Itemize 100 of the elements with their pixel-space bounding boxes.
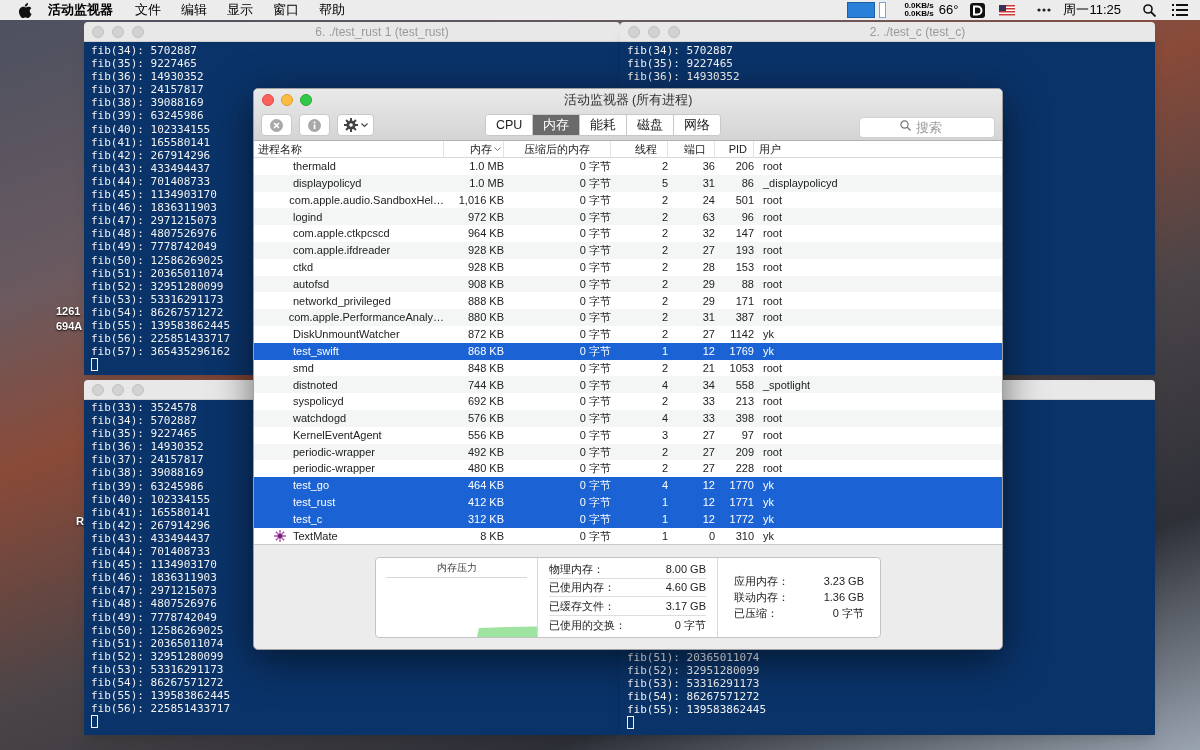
ports-cell-text: 12 bbox=[701, 511, 715, 527]
stat-label: 已使用内存： bbox=[549, 580, 615, 596]
terminal-line: fib(51): 20365011074 bbox=[91, 636, 224, 650]
ports-cell-text: 29 bbox=[701, 293, 715, 309]
process-name: com.apple.ctkpcscd bbox=[293, 226, 390, 242]
clock[interactable]: 周一11:25 bbox=[1063, 0, 1121, 20]
window-control-button[interactable] bbox=[262, 94, 274, 106]
tab[interactable]: 网络 bbox=[673, 115, 721, 135]
compressed-memory-cell-text: 0 字节 bbox=[578, 276, 611, 292]
terminal-line: fib(44): 701408733 bbox=[91, 545, 211, 559]
user-cell-text: root bbox=[762, 411, 783, 427]
pid-cell-text: 1772 bbox=[728, 511, 754, 527]
memory-cell-text: 692 KB bbox=[466, 394, 504, 410]
tab[interactable]: 内存 bbox=[532, 115, 580, 135]
process-name: distnoted bbox=[293, 377, 338, 393]
compressed-memory-cell-text: 0 字节 bbox=[578, 495, 611, 511]
process-name: test_rust bbox=[293, 495, 336, 511]
column-header[interactable]: 线程 bbox=[611, 141, 668, 158]
threads-cell-text: 4 bbox=[660, 411, 668, 427]
level-bar-icon[interactable] bbox=[879, 2, 887, 18]
stat-value: 0 字节 bbox=[674, 617, 706, 633]
terminal-line: fib(47): 2971215073 bbox=[91, 214, 217, 228]
compressed-memory-cell-text: 0 字节 bbox=[578, 461, 611, 477]
stat-value: 8.00 GB bbox=[665, 561, 706, 577]
table-row[interactable]: test_go 464 KB 0 字节 4 12 1770 yk bbox=[254, 477, 1002, 494]
threads-cell-text: 2 bbox=[660, 461, 668, 477]
close-icon bbox=[270, 118, 283, 132]
ports-cell-text: 21 bbox=[701, 360, 715, 376]
terminal-line: fib(36): 14930352 bbox=[91, 70, 204, 84]
column-header[interactable]: 压缩后的内存 bbox=[504, 141, 611, 158]
app-badge-icon[interactable] bbox=[970, 2, 986, 18]
search-icon[interactable] bbox=[1143, 3, 1156, 17]
process-name: com.apple.audio.SandboxHel… bbox=[289, 192, 444, 208]
memory-cell-text: 868 KB bbox=[466, 343, 504, 359]
threads-cell-text: 5 bbox=[660, 175, 668, 191]
terminal-line: fib(48): 4807526976 bbox=[91, 227, 217, 241]
column-header[interactable]: 用户 bbox=[754, 141, 1002, 158]
window-control-button[interactable] bbox=[628, 25, 640, 38]
window-control-button[interactable] bbox=[648, 25, 660, 38]
terminal-line: fib(35): 9227465 bbox=[627, 57, 733, 71]
info-button[interactable] bbox=[299, 114, 330, 136]
memory-cell-text: 744 KB bbox=[466, 377, 504, 393]
memory-cell-text: 848 KB bbox=[466, 360, 504, 376]
memory-meter-icon[interactable] bbox=[847, 2, 876, 18]
user-cell-text: root bbox=[762, 192, 783, 208]
menu-list-icon[interactable] bbox=[1172, 4, 1188, 16]
pid-cell-text: 213 bbox=[734, 394, 754, 410]
temperature-reading[interactable]: 66° bbox=[938, 0, 959, 20]
terminal-line: fib(41): 165580141 bbox=[91, 135, 211, 149]
table-row[interactable]: com.apple.PerformanceAnaly… 880 KB 0 字节 2 31 387 root bbox=[254, 309, 1002, 326]
memory-cell-text: 8 KB bbox=[479, 528, 504, 544]
window-control-button[interactable] bbox=[668, 25, 680, 38]
terminal-line: fib(39): 63245986 bbox=[91, 479, 204, 493]
process-name: logind bbox=[293, 209, 323, 225]
process-name: com.apple.ifdreader bbox=[293, 243, 391, 259]
column-header[interactable]: PID bbox=[715, 141, 754, 158]
memory-cell-text: 908 KB bbox=[466, 276, 504, 292]
window-control-button[interactable] bbox=[300, 94, 312, 106]
action-menu-button[interactable] bbox=[337, 114, 374, 136]
table-row[interactable]: logind 972 KB 0 字节 2 63 96 root bbox=[254, 208, 1002, 226]
window-title: 活动监视器 (所有进程) bbox=[562, 91, 694, 109]
terminal-line: fib(52): 32951280099 bbox=[627, 663, 760, 677]
user-cell-text: root bbox=[762, 394, 783, 410]
pid-cell-text: 1770 bbox=[728, 478, 754, 494]
user-cell-text: _displaypolicyd bbox=[762, 175, 839, 191]
pid-cell-text: 96 bbox=[740, 209, 754, 225]
menu-item[interactable]: 显示 bbox=[227, 0, 253, 20]
memory-cell-text: 880 KB bbox=[466, 310, 504, 326]
process-name: com.apple.PerformanceAnaly… bbox=[288, 310, 444, 326]
window-control-button[interactable] bbox=[281, 94, 293, 106]
process-name: test_go bbox=[293, 478, 330, 494]
threads-cell-text: 2 bbox=[660, 159, 668, 175]
stat-label: 物理内存： bbox=[549, 561, 604, 577]
threads-cell-text: 2 bbox=[660, 310, 668, 326]
ports-cell-text: 12 bbox=[701, 343, 715, 359]
memory-cell-text: 888 KB bbox=[466, 293, 504, 309]
column-header[interactable]: 进程名称 bbox=[254, 141, 444, 158]
more-dots-icon[interactable] bbox=[1037, 8, 1052, 12]
column-header[interactable]: 内存 bbox=[444, 141, 504, 158]
compressed-memory-cell-text: 0 字节 bbox=[578, 175, 611, 191]
ports-cell-text: 31 bbox=[701, 310, 715, 326]
threads-cell-text: 3 bbox=[660, 427, 668, 443]
window-control-button[interactable] bbox=[92, 383, 104, 396]
app-menu[interactable]: 活动监视器 bbox=[48, 0, 113, 20]
menu-item[interactable]: 窗口 bbox=[273, 0, 299, 20]
window-control-button[interactable] bbox=[132, 25, 144, 38]
search-field[interactable]: 搜索 bbox=[859, 117, 995, 138]
window-control-button[interactable] bbox=[112, 25, 124, 38]
window-control-button[interactable] bbox=[92, 25, 104, 38]
column-header[interactable]: 端口 bbox=[668, 141, 715, 158]
ports-cell-text: 27 bbox=[701, 327, 715, 343]
menu-item[interactable]: 编辑 bbox=[181, 0, 207, 20]
apple-logo-icon[interactable] bbox=[19, 2, 32, 18]
stop-process-button[interactable] bbox=[261, 114, 292, 136]
flag-icon[interactable] bbox=[999, 4, 1016, 16]
table-row[interactable]: distnoted 744 KB 0 字节 4 34 558 _spotlight bbox=[254, 376, 1002, 394]
menu-item[interactable]: 帮助 bbox=[319, 0, 345, 20]
window-control-button[interactable] bbox=[112, 383, 124, 396]
menu-item[interactable]: 文件 bbox=[135, 0, 161, 20]
window-control-button[interactable] bbox=[132, 383, 144, 396]
